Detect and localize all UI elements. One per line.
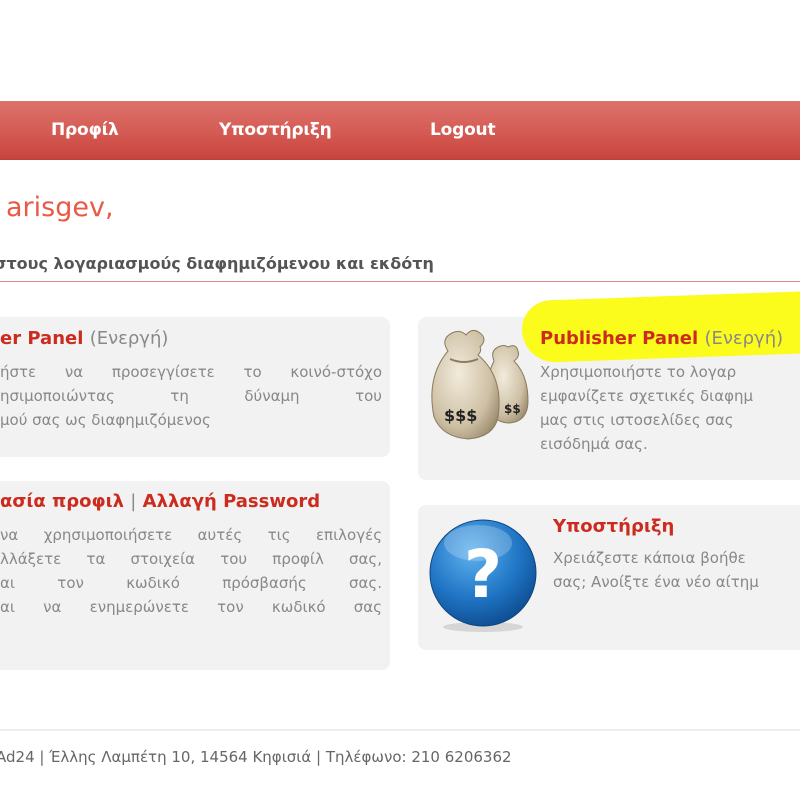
advertiser-panel-card: er Panel (Ενεργή) ήστε να προσεγγίσετε τ…	[0, 317, 390, 457]
support-card-description: Χρειάζεστε κάποια βοήθε σας; Ανοίξτε ένα…	[553, 546, 800, 594]
publisher-panel-link[interactable]: Publisher Panel	[540, 328, 698, 349]
money-bag-label: $$$	[444, 406, 477, 425]
support-card: ? Υποστήριξη Χρειάζεστε κάποια βοήθε σας…	[418, 505, 800, 650]
publisher-desc-line: εμφανίζετε σχετικές διαφημ	[540, 387, 754, 405]
nav-support-link[interactable]: Υποστήριξη	[219, 120, 332, 140]
support-desc-line: σας; Ανοίξτε ένα νέο αίτημ	[553, 573, 759, 591]
help-question-icon: ?	[429, 519, 537, 632]
nav-logout-link[interactable]: Logout	[430, 120, 496, 140]
profile-desc-line: αι να ενημερώνετε τον κωδικό σας	[0, 598, 382, 616]
publisher-panel-title: Publisher Panel (Ενεργή)	[540, 328, 783, 349]
support-desc-line: Χρειάζεστε κάποια βοήθε	[553, 549, 746, 567]
advertiser-panel-status: (Ενεργή)	[89, 328, 169, 349]
publisher-desc-line: μας στις ιστοσελίδες σας	[540, 411, 734, 429]
footer-divider	[0, 729, 800, 731]
profile-desc-line: να χρησιμοποιήσετε αυτές τις επιλογές	[0, 526, 382, 544]
support-link[interactable]: Υποστήριξη	[553, 516, 674, 537]
svg-text:$$: $$	[504, 402, 521, 416]
publisher-desc-line: Χρησιμοποιήστε το λογαρ	[540, 363, 737, 381]
publisher-panel-status: (Ενεργή)	[704, 328, 784, 349]
profile-card-title: ασία προφιλ | Αλλαγή Password	[0, 491, 320, 512]
edit-profile-link[interactable]: ασία προφιλ	[0, 491, 124, 512]
profile-card: ασία προφιλ | Αλλαγή Password να χρησιμο…	[0, 481, 390, 670]
advertiser-desc-line: μού σας ως διαφημιζόμενος	[0, 411, 211, 429]
publisher-panel-card: $$ $$$ Publisher Panel (Ενεργή) Χρησιμοπ…	[418, 290, 800, 480]
profile-desc-line: αι τον κωδικό πρόσβασής σας.	[0, 574, 382, 592]
title-separator: |	[130, 491, 137, 512]
profile-card-description: να χρησιμοποιήσετε αυτές τις επιλογές λλ…	[0, 523, 382, 619]
footer-contact: Ad24 | Έλλης Λαμπέτη 10, 14564 Κηφισιά |…	[0, 748, 512, 766]
advertiser-desc-line: ησιμοποιώντας τη δύναμη του	[0, 387, 382, 405]
greeting-username: arisgev,	[6, 192, 114, 223]
highlighter-mark	[521, 290, 800, 364]
main-nav: Προφίλ Υποστήριξη Logout	[0, 101, 800, 160]
advertiser-panel-title: er Panel (Ενεργή)	[0, 328, 168, 349]
header-divider	[0, 281, 800, 282]
advertiser-desc-line: ήστε να προσεγγίσετε το κοινό-στόχο	[0, 363, 382, 381]
publisher-panel-description: Χρησιμοποιήστε το λογαρ εμφανίζετε σχετι…	[540, 360, 800, 456]
page-subtitle: στους λογαριασμούς διαφημιζόμενου και εκ…	[0, 254, 434, 273]
profile-desc-line: λλάξετε τα στοιχεία του προφίλ σας,	[0, 550, 382, 568]
support-card-title: Υποστήριξη	[553, 516, 674, 537]
question-mark: ?	[464, 536, 502, 613]
advertiser-panel-description: ήστε να προσεγγίσετε το κοινό-στόχο ησιμ…	[0, 360, 382, 432]
publisher-desc-line: εισόδημά σας.	[540, 435, 648, 453]
advertiser-panel-link[interactable]: er Panel	[0, 328, 83, 349]
nav-profile-link[interactable]: Προφίλ	[51, 120, 119, 140]
change-password-link[interactable]: Αλλαγή Password	[143, 491, 320, 512]
